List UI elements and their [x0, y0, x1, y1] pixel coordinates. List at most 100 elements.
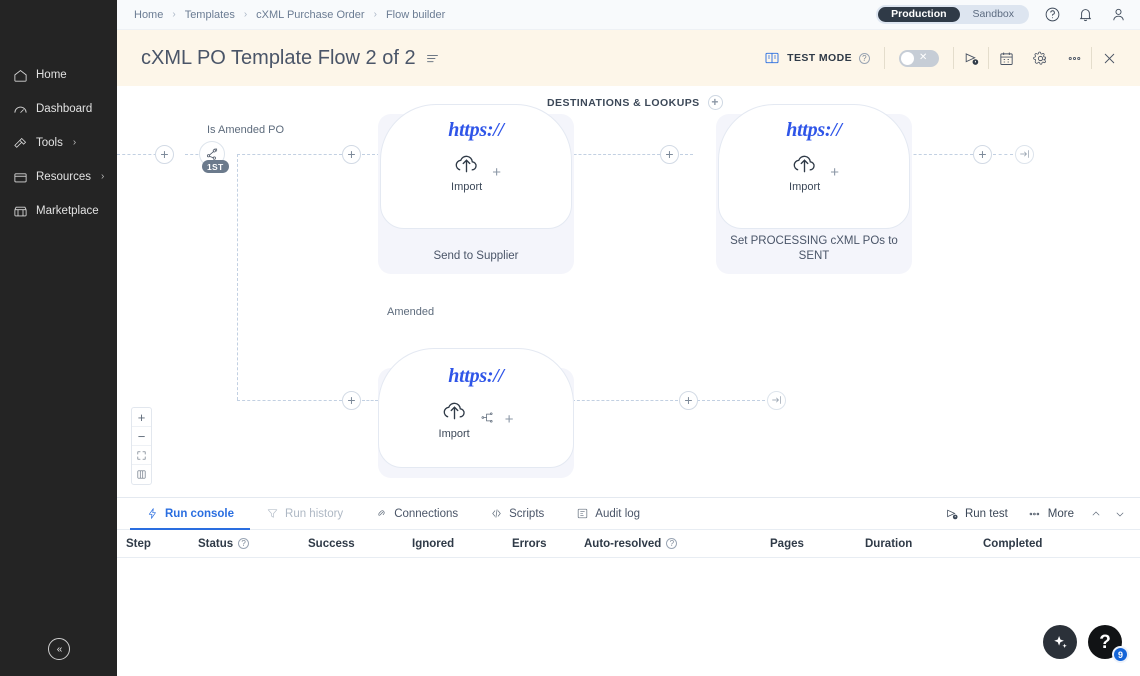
- add-step-button[interactable]: +: [505, 412, 514, 427]
- add-step-button[interactable]: +: [973, 145, 992, 164]
- sidebar-item-tools[interactable]: Tools ›: [0, 126, 117, 160]
- sidebar-item-dashboard[interactable]: Dashboard: [0, 92, 117, 126]
- floating-action-buttons: ? 9: [1043, 625, 1122, 659]
- column-header-completed[interactable]: Completed: [983, 538, 1103, 550]
- add-step-button[interactable]: +: [342, 145, 361, 164]
- description-icon[interactable]: [425, 51, 440, 66]
- import-action[interactable]: Import: [789, 152, 820, 193]
- breadcrumb-item-templates[interactable]: Templates: [185, 9, 235, 21]
- tab-run-history[interactable]: Run history: [250, 498, 359, 529]
- flow-step-actions: Import +: [451, 152, 501, 193]
- flow-step-actions: Import +: [789, 152, 839, 193]
- column-header-success[interactable]: Success: [308, 538, 412, 550]
- add-step-button[interactable]: +: [492, 165, 501, 180]
- chevron-right-icon: ›: [101, 172, 104, 182]
- flow-step-title: Set PROCESSING cXML POs to SENT: [716, 234, 912, 265]
- run-test-button[interactable]: Run test: [937, 503, 1016, 525]
- test-mode-help-icon[interactable]: ?: [859, 53, 870, 64]
- sidebar-item-label: Dashboard: [36, 103, 92, 115]
- column-header-auto-resolved-label: Auto-resolved: [584, 538, 661, 550]
- close-icon[interactable]: [1092, 43, 1126, 73]
- fit-screen-button[interactable]: [132, 446, 151, 465]
- sidebar-item-home[interactable]: Home: [0, 58, 117, 92]
- env-option-sandbox[interactable]: Sandbox: [960, 7, 1027, 22]
- settings-gear-icon[interactable]: [1023, 43, 1057, 73]
- sidebar-item-label: Marketplace: [36, 205, 99, 217]
- connector-line: [237, 154, 238, 400]
- flow-step-bubble[interactable]: https:// Import +: [378, 348, 574, 468]
- run-flow-icon[interactable]: [954, 43, 988, 73]
- sidebar-item-label: Tools: [36, 137, 63, 149]
- fit-screen-icon: [136, 450, 147, 461]
- chevron-right-icon: ›: [374, 9, 377, 20]
- branch-label-amended: Amended: [387, 306, 434, 318]
- user-icon[interactable]: [1109, 5, 1128, 24]
- tab-scripts[interactable]: Scripts: [474, 498, 560, 529]
- zoom-out-button[interactable]: −: [132, 427, 151, 446]
- import-action[interactable]: Import: [451, 152, 482, 193]
- more-button[interactable]: More: [1020, 503, 1082, 525]
- bell-icon[interactable]: [1076, 5, 1095, 24]
- add-step-button[interactable]: +: [342, 391, 361, 410]
- column-header-pages[interactable]: Pages: [770, 538, 865, 550]
- sidebar-item-resources[interactable]: Resources ›: [0, 160, 117, 194]
- breadcrumb-item-flow-builder[interactable]: Flow builder: [386, 9, 445, 21]
- import-label: Import: [439, 428, 470, 440]
- top-bar: Home › Templates › cXML Purchase Order ›…: [117, 0, 1140, 30]
- layout-columns-button[interactable]: [132, 465, 151, 484]
- add-step-button[interactable]: +: [660, 145, 679, 164]
- add-step-button[interactable]: +: [679, 391, 698, 410]
- cloud-upload-icon: [453, 152, 480, 180]
- flow-canvas[interactable]: DESTINATIONS & LOOKUPS + Is Amended PO A…: [117, 86, 1140, 497]
- column-header-errors[interactable]: Errors: [512, 538, 584, 550]
- breadcrumb-item-cxml-purchase-order[interactable]: cXML Purchase Order: [256, 9, 364, 21]
- sidebar-nav: Home Dashboard Tools › Resources: [0, 0, 117, 228]
- tab-connections[interactable]: Connections: [359, 498, 474, 529]
- flow-step-bubble[interactable]: https:// Import +: [380, 104, 572, 229]
- environment-toggle[interactable]: Production Sandbox: [876, 5, 1029, 24]
- console-table-header: Step Status ? Success Ignored Errors Aut…: [117, 530, 1140, 558]
- sparkle-icon: [1052, 634, 1069, 651]
- tab-audit-log[interactable]: Audit log: [560, 498, 656, 529]
- test-mode-toggle-label[interactable]: TEST MODE ?: [764, 50, 884, 66]
- connector-line: [237, 154, 342, 155]
- run-console-panel: Run console Run history Connections Scri…: [117, 497, 1140, 676]
- column-header-step[interactable]: Step: [117, 538, 198, 550]
- column-header-status[interactable]: Status ?: [198, 538, 308, 550]
- add-step-button[interactable]: +: [155, 145, 174, 164]
- calendar-icon[interactable]: [989, 43, 1023, 73]
- flow-end-icon[interactable]: [1015, 145, 1034, 164]
- box-icon: [13, 170, 28, 185]
- add-step-button[interactable]: +: [830, 165, 839, 180]
- status-help-icon[interactable]: ?: [238, 538, 249, 549]
- chevron-right-icon: ›: [73, 138, 76, 148]
- zoom-in-button[interactable]: +: [132, 408, 151, 427]
- console-tab-bar: Run console Run history Connections Scri…: [117, 498, 1140, 530]
- flow-step-title: Send to Supplier: [425, 249, 526, 265]
- connector-line: [680, 154, 693, 155]
- column-header-auto-resolved[interactable]: Auto-resolved ?: [584, 538, 770, 550]
- sidebar-item-marketplace[interactable]: Marketplace: [0, 194, 117, 228]
- collapse-console-button[interactable]: [1086, 503, 1106, 525]
- flow-end-icon[interactable]: [767, 391, 786, 410]
- test-mode-switch[interactable]: ✕: [899, 50, 939, 67]
- column-header-duration[interactable]: Duration: [865, 538, 983, 550]
- flow-banner-actions: TEST MODE ? ✕: [764, 43, 1126, 73]
- column-header-status-label: Status: [198, 538, 233, 550]
- help-button[interactable]: ? 9: [1088, 625, 1122, 659]
- auto-resolved-help-icon[interactable]: ?: [666, 538, 677, 549]
- sidebar-collapse-button[interactable]: «: [48, 638, 70, 660]
- flow-step-bubble[interactable]: https:// Import +: [718, 104, 910, 229]
- ai-assistant-button[interactable]: [1043, 625, 1077, 659]
- branch-split-icon[interactable]: [480, 410, 495, 430]
- env-option-production[interactable]: Production: [878, 7, 959, 22]
- tab-run-console[interactable]: Run console: [130, 498, 250, 529]
- help-circle-icon[interactable]: [1043, 5, 1062, 24]
- add-destination-button[interactable]: +: [708, 95, 723, 110]
- more-options-icon[interactable]: [1057, 43, 1091, 73]
- import-action[interactable]: Import: [439, 399, 470, 440]
- chevron-right-icon: ›: [172, 9, 175, 20]
- breadcrumb-item-home[interactable]: Home: [134, 9, 163, 21]
- column-header-ignored[interactable]: Ignored: [412, 538, 512, 550]
- expand-console-button[interactable]: [1110, 503, 1130, 525]
